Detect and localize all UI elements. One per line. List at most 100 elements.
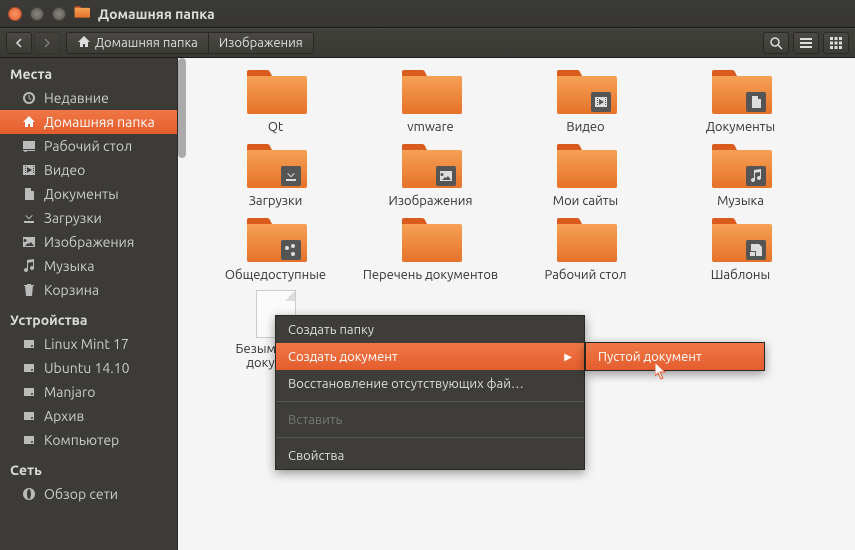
sidebar-item-label: Обзор сети [44, 486, 118, 502]
title-bar: Домашняя папка [0, 0, 855, 28]
sidebar-item[interactable]: Корзина [0, 278, 177, 302]
folder-icon [710, 68, 772, 116]
file-item[interactable]: Мои сайты [508, 142, 663, 208]
context-menu-item[interactable]: Создать документ▶ [276, 343, 584, 370]
menu-separator [276, 437, 584, 438]
folder-icon [245, 216, 307, 264]
sidebar-item[interactable]: Домашняя папка [0, 110, 177, 134]
file-item[interactable]: Загрузки [198, 142, 353, 208]
sidebar-scrollbar[interactable] [178, 58, 186, 158]
doc-icon [20, 187, 38, 201]
file-label: Загрузки [249, 194, 303, 208]
context-menu-item[interactable]: Создать папку [276, 316, 584, 343]
sidebar-item-label: Загрузки [44, 210, 102, 226]
breadcrumb: Домашняя папка Изображения [66, 32, 314, 54]
photo-icon [20, 235, 38, 249]
folder-icon [710, 142, 772, 190]
submenu-arrow-icon: ▶ [564, 351, 572, 363]
sidebar-item[interactable]: Документы [0, 182, 177, 206]
sidebar-item[interactable]: Linux Mint 17 [0, 332, 177, 356]
hdd-icon [20, 409, 38, 423]
menu-item-label: Вставить [288, 413, 342, 427]
sidebar-section-header: Устройства [0, 308, 177, 332]
file-area[interactable]: Qt vmware Видео Документы Загрузки Изображени… [178, 58, 855, 550]
clock-icon [20, 91, 38, 105]
file-label: Qt [268, 120, 283, 134]
context-menu-item: Вставить [276, 406, 584, 433]
video-emblem-icon [591, 92, 611, 112]
sidebar-item-label: Ubuntu 14.10 [44, 360, 129, 376]
home-icon [20, 115, 38, 129]
sidebar-item[interactable]: Изображения [0, 230, 177, 254]
menu-item-label: Создать папку [288, 323, 374, 337]
sidebar-item-label: Документы [44, 186, 119, 202]
sidebar-item[interactable]: Загрузки [0, 206, 177, 230]
file-label: Музыка [717, 194, 764, 208]
window-minimize-button[interactable] [30, 7, 44, 21]
file-item[interactable]: Изображения [353, 142, 508, 208]
sidebar-item-label: Видео [44, 162, 85, 178]
search-button[interactable] [763, 32, 789, 54]
sidebar-item-label: Недавние [44, 90, 109, 106]
folder-icon [400, 142, 462, 190]
net-icon [20, 487, 38, 501]
sidebar-item[interactable]: Ubuntu 14.10 [0, 356, 177, 380]
sidebar-item[interactable]: Компьютер [0, 428, 177, 452]
file-label: Перечень документов [363, 268, 498, 282]
folder-icon [555, 68, 617, 116]
folder-icon [400, 68, 462, 116]
sidebar-item[interactable]: Архив [0, 404, 177, 428]
music-emblem-icon [746, 166, 766, 186]
toolbar: Домашняя папка Изображения [0, 28, 855, 58]
sidebar-section-header: Сеть [0, 458, 177, 482]
folder-icon [400, 216, 462, 264]
menu-item-label: Восстановление отсутствующих фай… [288, 377, 524, 391]
breadcrumb-current[interactable]: Изображения [209, 32, 314, 54]
sidebar-item[interactable]: Manjaro [0, 380, 177, 404]
file-item[interactable]: Рабочий стол [508, 216, 663, 282]
hdd-icon [20, 433, 38, 447]
template-emblem-icon [746, 240, 766, 260]
video-icon [20, 163, 38, 177]
file-item[interactable]: Шаблоны [663, 216, 818, 282]
context-menu: Создать папку Создать документ▶ Восстановл… [275, 315, 585, 470]
file-label: Шаблоны [711, 268, 770, 282]
file-item[interactable]: Общедоступные [198, 216, 353, 282]
forward-button[interactable] [34, 32, 60, 54]
file-item[interactable]: Qt [198, 68, 353, 134]
context-menu-item[interactable]: Восстановление отсутствующих фай… [276, 370, 584, 397]
file-label: Видео [566, 120, 604, 134]
sidebar-item[interactable]: Обзор сети [0, 482, 177, 506]
submenu-item[interactable]: Пустой документ [586, 343, 764, 370]
sidebar-item[interactable]: Рабочий стол [0, 134, 177, 158]
folder-icon [245, 68, 307, 116]
file-item[interactable]: Музыка [663, 142, 818, 208]
file-item[interactable]: Видео [508, 68, 663, 134]
sidebar-item[interactable]: Видео [0, 158, 177, 182]
context-submenu: Пустой документ [585, 342, 765, 371]
hdd-icon [20, 337, 38, 351]
view-list-button[interactable] [793, 32, 819, 54]
photo-emblem-icon [436, 166, 456, 186]
folder-icon [245, 142, 307, 190]
sidebar: МестаНедавниеДомашняя папкаРабочий столВ… [0, 58, 178, 550]
file-label: Изображения [389, 194, 473, 208]
file-item[interactable]: vmware [353, 68, 508, 134]
share-emblem-icon [281, 240, 301, 260]
sidebar-item-label: Музыка [44, 258, 94, 274]
file-item[interactable]: Перечень документов [353, 216, 508, 282]
hdd-icon [20, 361, 38, 375]
window-maximize-button[interactable] [52, 7, 66, 21]
breadcrumb-home[interactable]: Домашняя папка [66, 32, 209, 54]
window-close-button[interactable] [8, 7, 22, 21]
file-item[interactable]: Документы [663, 68, 818, 134]
view-grid-button[interactable] [823, 32, 849, 54]
file-label: Документы [706, 120, 775, 134]
back-button[interactable] [6, 32, 32, 54]
music-icon [20, 259, 38, 273]
download-icon [20, 211, 38, 225]
context-menu-item[interactable]: Свойства [276, 442, 584, 469]
sidebar-item[interactable]: Музыка [0, 254, 177, 278]
sidebar-item[interactable]: Недавние [0, 86, 177, 110]
submenu-item-label: Пустой документ [598, 350, 702, 364]
